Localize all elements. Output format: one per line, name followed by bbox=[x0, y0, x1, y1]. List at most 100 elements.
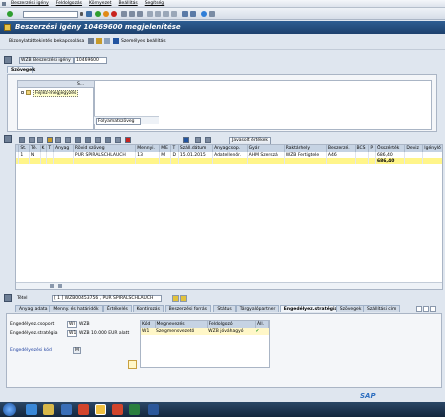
tab-texts[interactable]: Szövegek bbox=[7, 66, 35, 73]
menu-item[interactable]: Beszerzési igény bbox=[11, 0, 49, 8]
history-icon[interactable] bbox=[205, 137, 211, 143]
item-select[interactable]: [ 1 ] WZB00453756 , PUR SPIRALSCHLAUCH bbox=[52, 295, 162, 302]
column-header[interactable]: T bbox=[170, 145, 179, 152]
horizontal-scrollbar[interactable] bbox=[16, 282, 442, 289]
text-editor[interactable]: Folyamatszöveg bbox=[94, 80, 432, 130]
layout-icon[interactable] bbox=[95, 137, 101, 143]
pdf-icon[interactable] bbox=[112, 404, 123, 415]
excel-icon[interactable] bbox=[129, 404, 140, 415]
edit-icon[interactable] bbox=[96, 38, 102, 44]
tab-6[interactable]: Tárgyalópartner bbox=[235, 305, 280, 312]
column-header[interactable]: Összérték bbox=[375, 145, 406, 152]
find-icon[interactable] bbox=[129, 11, 135, 17]
explorer-icon[interactable] bbox=[43, 404, 54, 415]
release-group-field[interactable]: WI bbox=[67, 321, 77, 328]
subtotal-icon[interactable] bbox=[65, 137, 71, 143]
exit-icon[interactable] bbox=[103, 11, 109, 17]
details-icon[interactable] bbox=[19, 137, 25, 143]
menu-item[interactable]: Segítség bbox=[145, 0, 164, 8]
column-header[interactable]: Anyag bbox=[53, 145, 74, 152]
copy-icon[interactable] bbox=[105, 137, 111, 143]
collapse-items-icon[interactable] bbox=[4, 135, 12, 143]
tab-5[interactable]: Státus bbox=[213, 305, 236, 312]
release-strategy-field[interactable]: W1 bbox=[67, 330, 77, 337]
menu-item[interactable]: Beállítás bbox=[118, 0, 137, 8]
column-header[interactable]: BCS bbox=[355, 145, 370, 152]
scroll-left-icon[interactable] bbox=[50, 284, 54, 288]
column-header[interactable]: Igénylő bbox=[422, 145, 442, 152]
cancel-icon[interactable] bbox=[111, 11, 117, 17]
sort-asc-icon[interactable] bbox=[29, 137, 35, 143]
filter-icon[interactable] bbox=[47, 137, 53, 143]
column-header[interactable]: Rövid szöveg bbox=[73, 145, 137, 152]
first-page-icon[interactable] bbox=[147, 11, 153, 17]
release-column-header[interactable]: Megnevezés bbox=[155, 321, 208, 328]
release-column-header[interactable]: Feldolgozó bbox=[207, 321, 257, 328]
help-icon[interactable] bbox=[201, 11, 207, 17]
release-column-header[interactable]: Áll. bbox=[255, 321, 269, 328]
column-header[interactable]: K bbox=[40, 145, 48, 152]
browser-icon[interactable] bbox=[26, 404, 37, 415]
tab-scroll-left-icon[interactable] bbox=[423, 306, 429, 312]
tab-1[interactable]: Menny. és határidők bbox=[49, 305, 103, 312]
chevron-left-icon[interactable] bbox=[80, 12, 83, 16]
hold-icon[interactable] bbox=[104, 38, 110, 44]
document-number-field[interactable]: 10469600 bbox=[74, 57, 107, 64]
word-icon[interactable] bbox=[148, 404, 159, 415]
back-icon[interactable] bbox=[95, 11, 101, 17]
tab-0[interactable]: Anyag adata bbox=[15, 305, 52, 312]
document-overview-button[interactable]: Bizonylatáttekintés bekapcsolása bbox=[9, 39, 84, 44]
sum-icon[interactable] bbox=[55, 137, 61, 143]
other-document-icon[interactable] bbox=[88, 38, 94, 44]
tab-8[interactable]: Szövegek bbox=[335, 305, 366, 312]
column-header[interactable]: Beszerzé. bbox=[326, 145, 356, 152]
table-row[interactable]: 1 N PUR SPIRALSCHLAUCH 13 M D 15.01.2015 Adatel… bbox=[16, 152, 442, 158]
tab-2[interactable]: Értékelés bbox=[103, 305, 132, 312]
column-header[interactable]: Mennyi. bbox=[135, 145, 161, 152]
next-item-button[interactable] bbox=[180, 295, 187, 302]
release-indicator-field[interactable]: M bbox=[73, 347, 81, 354]
tab-7[interactable]: Engedélyez.stratégia bbox=[279, 305, 342, 312]
personal-setting-button[interactable]: Személyes beállítás bbox=[121, 39, 166, 44]
column-header[interactable]: Száll.dátum bbox=[178, 145, 214, 152]
start-button-icon[interactable] bbox=[3, 403, 16, 416]
collapse-header-icon[interactable] bbox=[4, 56, 12, 64]
insert-row-icon[interactable] bbox=[115, 137, 121, 143]
find-next-icon[interactable] bbox=[137, 11, 143, 17]
tab-scroll-right-icon[interactable] bbox=[430, 306, 436, 312]
info-icon[interactable] bbox=[113, 38, 119, 44]
column-header[interactable]: T bbox=[46, 145, 54, 152]
column-header[interactable]: St. bbox=[18, 145, 30, 152]
sap-menu-icon[interactable] bbox=[2, 2, 6, 6]
info-icon[interactable] bbox=[183, 137, 189, 143]
tab-3[interactable]: Kontírozás bbox=[132, 305, 164, 312]
print-icon[interactable] bbox=[121, 11, 127, 17]
tab-4[interactable]: Beszerzési forrás bbox=[164, 305, 211, 312]
save-icon[interactable] bbox=[86, 11, 92, 17]
layout-menu-icon[interactable] bbox=[209, 11, 215, 17]
menu-item[interactable]: Feldolgozás bbox=[56, 0, 82, 8]
note-icon[interactable] bbox=[128, 360, 137, 369]
previous-item-button[interactable] bbox=[172, 295, 179, 302]
document-type-field[interactable]: WZB Beszerzési igény bbox=[19, 57, 74, 64]
settings-icon[interactable] bbox=[195, 137, 201, 143]
release-row[interactable]: W1 Szegmensvezető WZB jóváhagyó ✔ bbox=[141, 328, 269, 335]
app-icon[interactable] bbox=[78, 404, 89, 415]
shortcut-icon[interactable] bbox=[190, 11, 196, 17]
enter-icon[interactable] bbox=[7, 11, 13, 17]
next-page-icon[interactable] bbox=[163, 11, 169, 17]
previous-page-icon[interactable] bbox=[155, 11, 161, 17]
text-format-select[interactable]: Folyamatszöveg bbox=[96, 118, 141, 125]
sort-desc-icon[interactable] bbox=[37, 137, 43, 143]
tab-list-icon[interactable] bbox=[416, 306, 422, 312]
expand-icon[interactable] bbox=[21, 91, 24, 94]
sap-gui-icon[interactable] bbox=[95, 404, 106, 415]
column-header[interactable]: P bbox=[368, 145, 377, 152]
delete-row-icon[interactable] bbox=[125, 137, 131, 143]
tab-9[interactable]: Szállítási cím bbox=[363, 305, 401, 312]
command-field[interactable] bbox=[23, 10, 78, 18]
tree-item-header-note[interactable]: Fejléz-megjegyzés bbox=[33, 90, 79, 97]
column-header[interactable]: Gyár bbox=[247, 145, 285, 152]
outlook-icon[interactable] bbox=[61, 404, 72, 415]
column-header[interactable]: Raktárhely bbox=[284, 145, 327, 152]
